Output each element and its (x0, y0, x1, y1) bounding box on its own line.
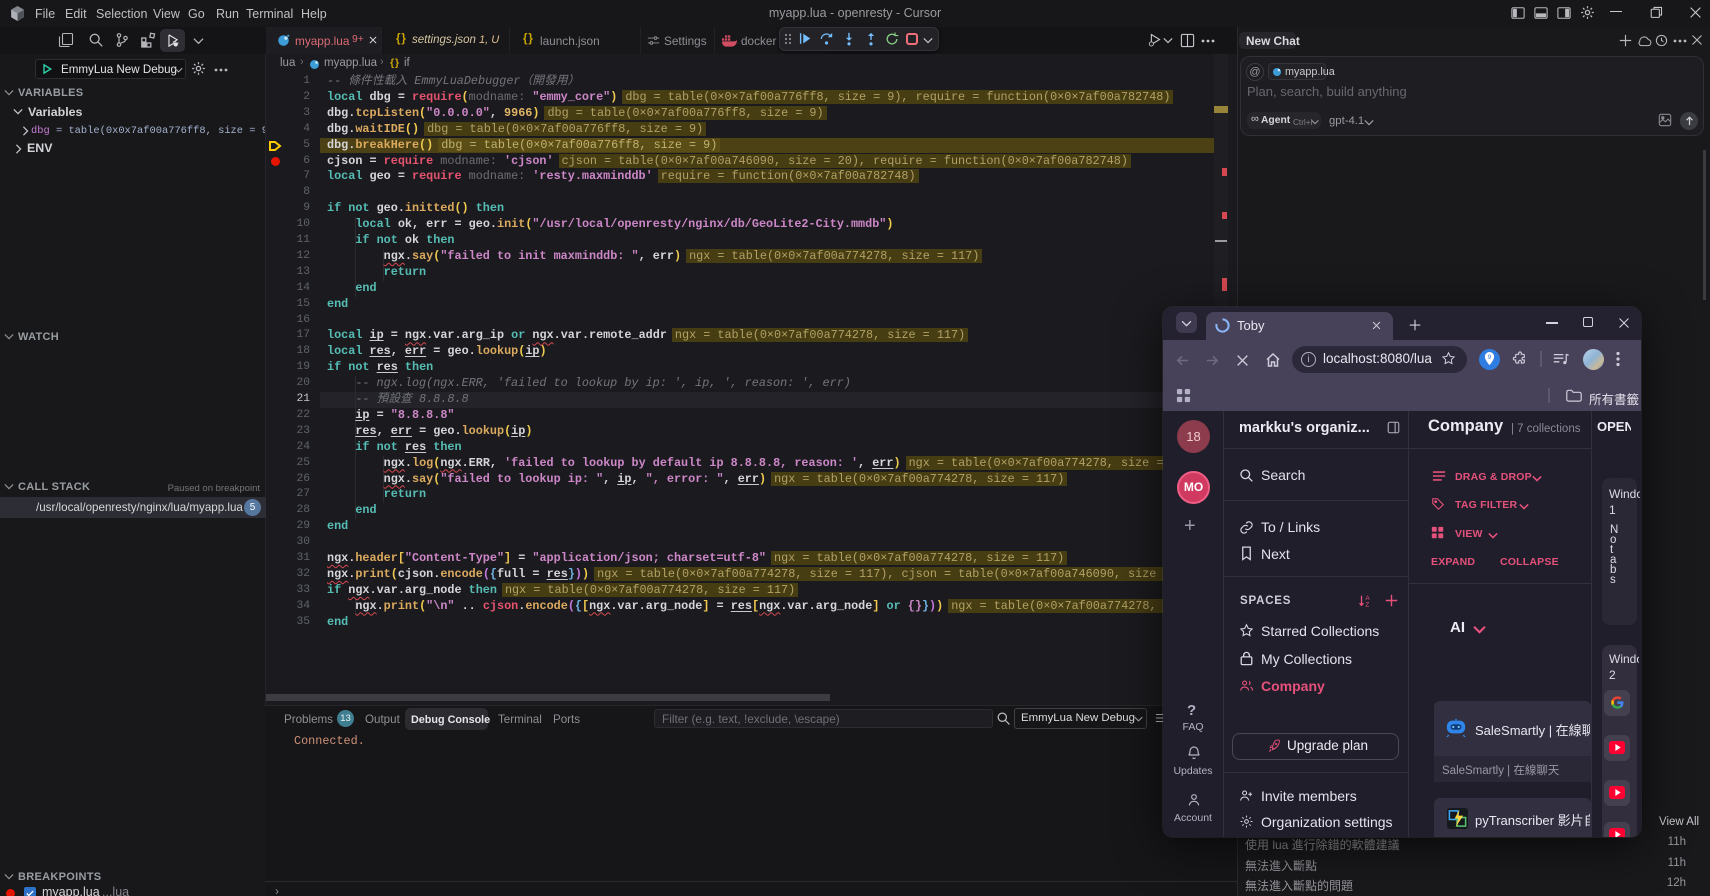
svg-text:Z: Z (1365, 601, 1369, 608)
svg-text:9: 9 (1488, 354, 1492, 361)
